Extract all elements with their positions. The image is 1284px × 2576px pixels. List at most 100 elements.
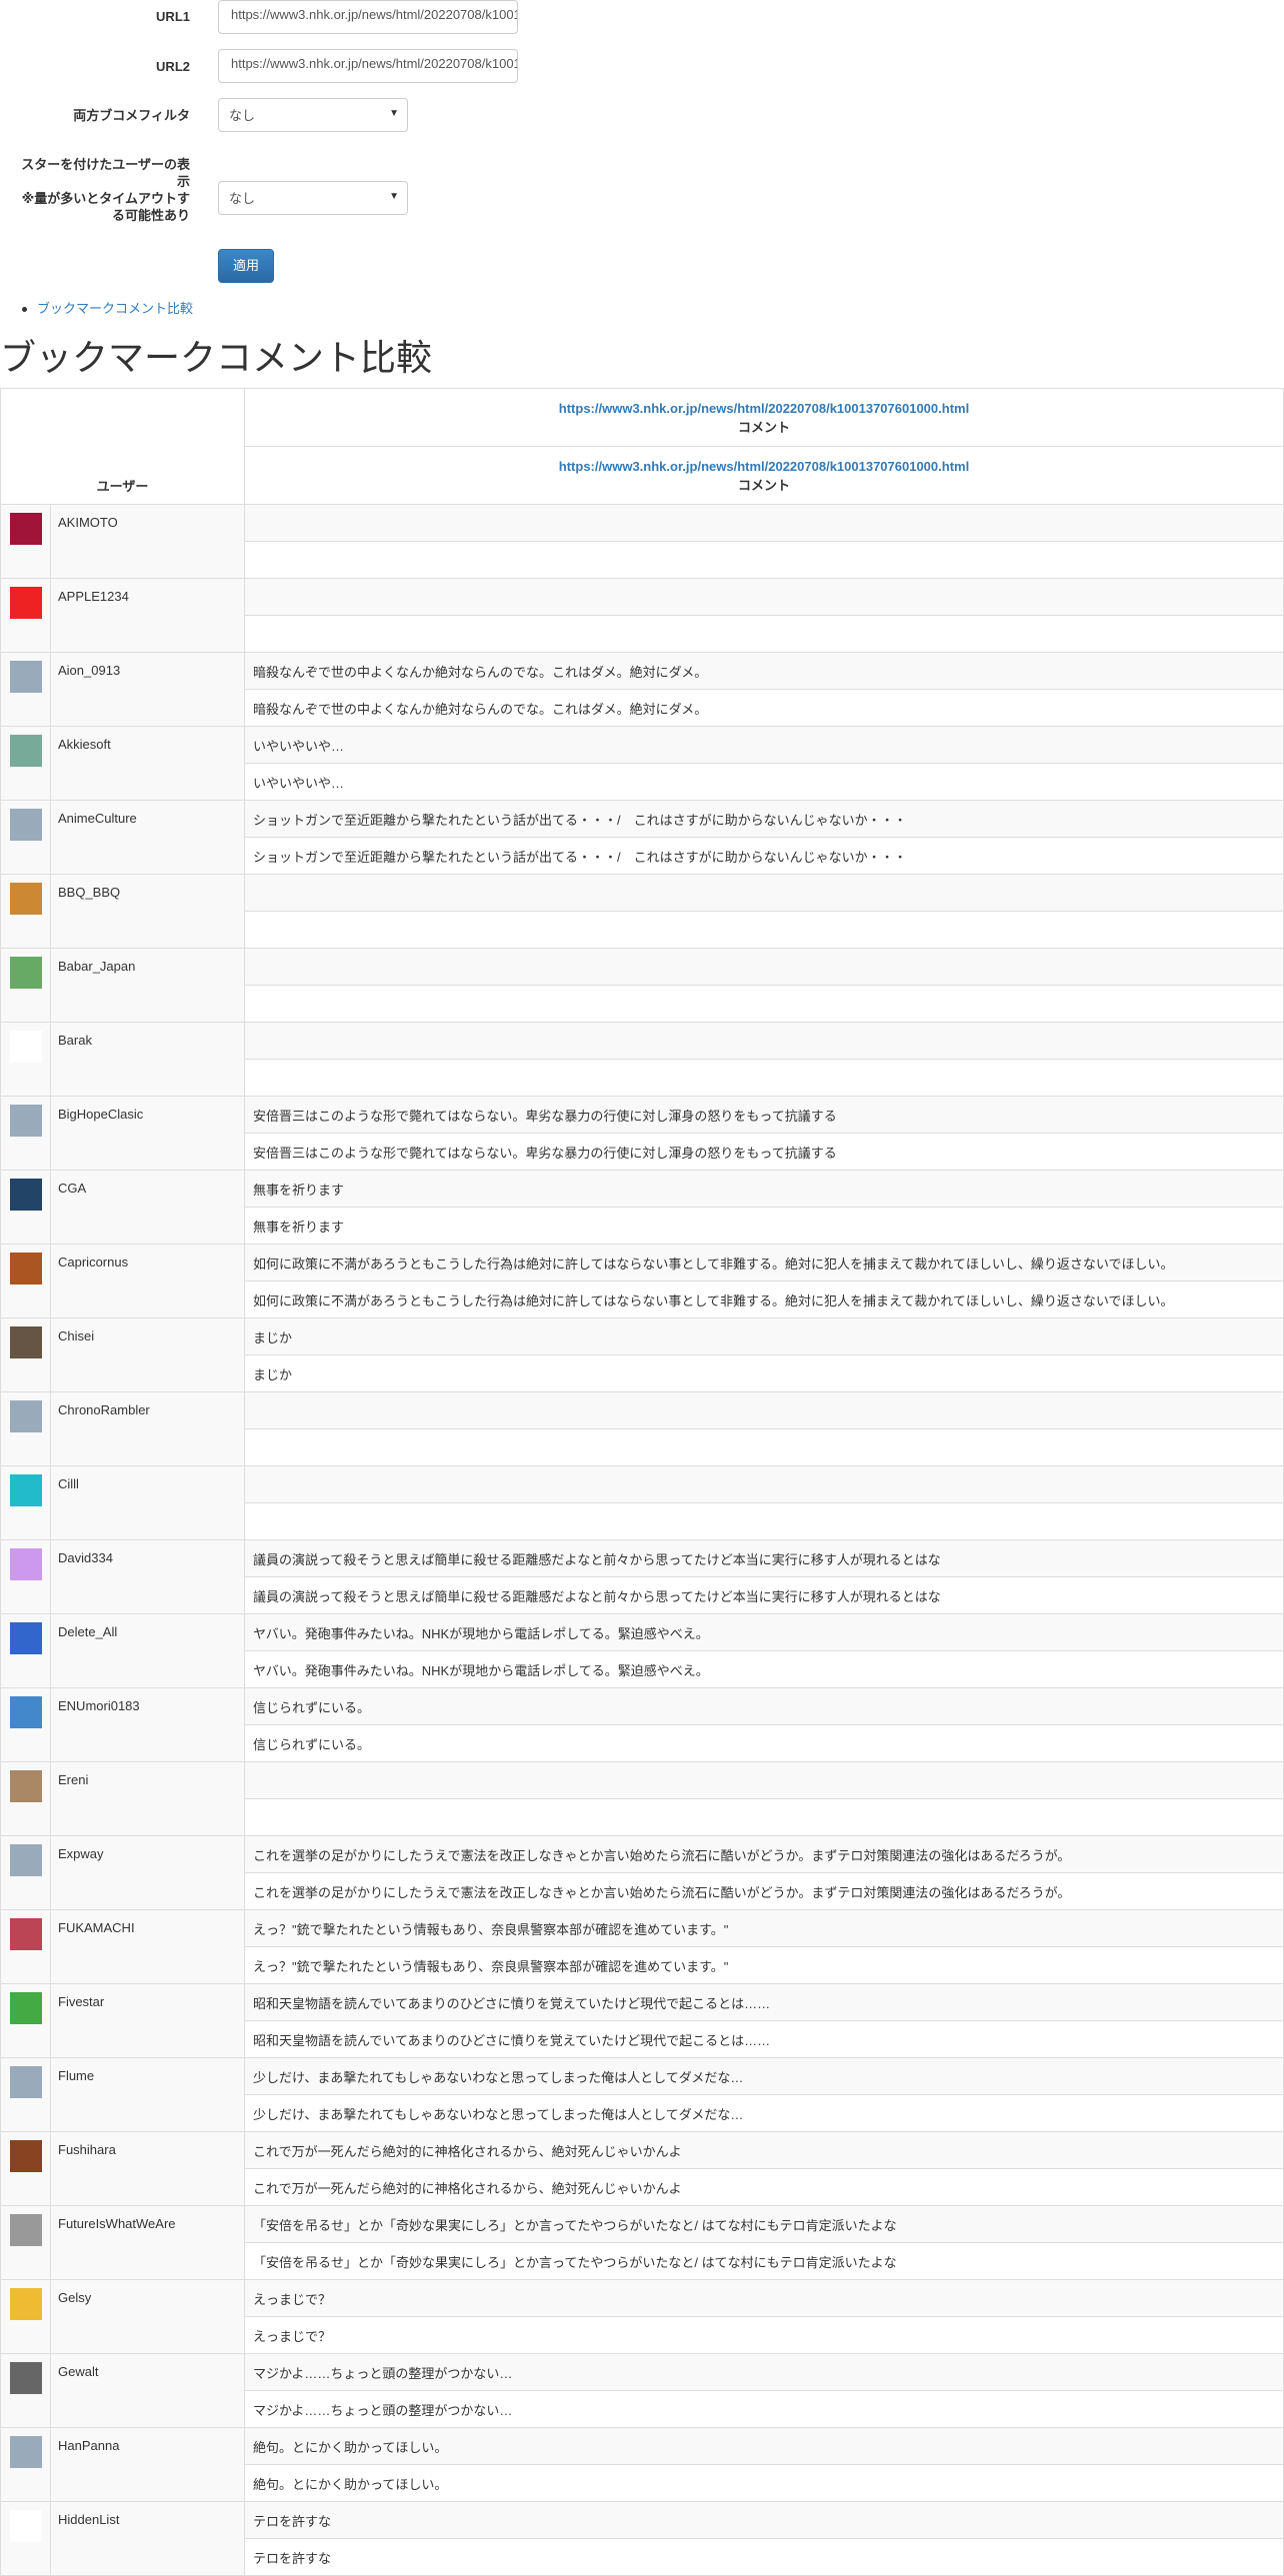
table-row: Babar_Japan [0, 948, 1284, 1023]
avatar-cell [1, 1245, 51, 1317]
user-name[interactable]: ENUmori0183 [51, 1688, 147, 1761]
avatar[interactable] [9, 1105, 42, 1137]
avatar-cell [1, 2058, 51, 2131]
avatar[interactable] [9, 1474, 42, 1506]
user-name[interactable]: Gewalt [51, 2354, 105, 2427]
comment-url2: マジかよ……ちょっと頭の整理がつかない… [244, 2390, 1284, 2428]
avatar[interactable] [9, 1992, 42, 2024]
url1-link[interactable]: https://www3.nhk.or.jp/news/html/2022070… [245, 399, 1283, 418]
avatar[interactable] [9, 661, 42, 693]
user-column-header: ユーザー [0, 388, 245, 505]
user-name[interactable]: BBQ_BBQ [51, 875, 127, 948]
user-cell: Fushihara [0, 2131, 245, 2206]
user-name[interactable]: Chisei [51, 1318, 101, 1391]
avatar-cell [1, 1318, 51, 1391]
avatar-cell [1, 1614, 51, 1687]
user-name[interactable]: Ereni [51, 1762, 95, 1835]
avatar[interactable] [9, 1179, 42, 1211]
avatar[interactable] [9, 1696, 42, 1728]
user-name[interactable]: Fushihara [51, 2132, 123, 2205]
avatar-cell [1, 949, 51, 1022]
user-name[interactable]: David334 [51, 1540, 120, 1613]
avatar[interactable] [9, 2214, 42, 2246]
table-row: Gelsy えっまじで？ [0, 2279, 1284, 2354]
user-name[interactable]: Flume [51, 2058, 101, 2131]
comment-url1: テロを許すな [244, 2501, 1284, 2539]
user-cell: FutureIsWhatWeAre [0, 2205, 245, 2280]
chevron-down-icon: ▼ [389, 108, 399, 119]
comment-url2: えっまじで？ [244, 2316, 1284, 2354]
comment-url1 [244, 1761, 1284, 1799]
avatar-cell [1, 1836, 51, 1909]
user-name[interactable]: AnimeCulture [51, 801, 144, 874]
avatar[interactable] [9, 1326, 42, 1358]
avatar[interactable] [9, 587, 42, 619]
comment-url2: 如何に政策に不満があろうともこうした行為は絶対に許してはならない事として非難する… [244, 1281, 1284, 1318]
breadcrumb-link[interactable]: ブックマークコメント比較 [37, 301, 193, 316]
avatar[interactable] [9, 735, 42, 767]
comment-url2 [244, 541, 1284, 579]
avatar[interactable] [9, 1031, 42, 1063]
user-name[interactable]: AKIMOTO [51, 505, 125, 578]
user-name[interactable]: Gelsy [51, 2280, 98, 2353]
avatar[interactable] [9, 2066, 42, 2098]
url2-value: https://www3.nhk.or.jp/news/html/2022070… [231, 56, 517, 71]
comment-url2 [244, 985, 1284, 1023]
avatar[interactable] [9, 2140, 42, 2172]
user-name[interactable]: Babar_Japan [51, 949, 142, 1022]
avatar-cell [1, 579, 51, 652]
avatar[interactable] [9, 1918, 42, 1950]
avatar-cell [1, 1466, 51, 1539]
url1-input[interactable]: https://www3.nhk.or.jp/news/html/2022070… [218, 0, 518, 34]
user-name[interactable]: HiddenList [51, 2502, 126, 2575]
comment-url2: 安倍晋三はこのような形で斃れてはならない。卑劣な暴力の行使に対し渾身の怒りをもっ… [244, 1133, 1284, 1171]
user-name[interactable]: CGA [51, 1171, 93, 1244]
comparison-table: ユーザー https://www3.nhk.or.jp/news/html/20… [0, 388, 1284, 2576]
user-name[interactable]: BigHopeClasic [51, 1097, 150, 1170]
avatar[interactable] [9, 2510, 42, 2542]
user-name[interactable]: Akkiesoft [51, 727, 118, 800]
avatar[interactable] [9, 1400, 42, 1432]
comment-url2: ショットガンで至近距離から撃たれたという話が出てる・・・/ これはさすがに助から… [244, 837, 1284, 875]
comment-url1: いやいやいや… [244, 726, 1284, 764]
comment-header-1: コメント [737, 419, 790, 435]
filter-select[interactable]: なし ▼ [218, 98, 408, 132]
avatar[interactable] [9, 883, 42, 915]
avatar[interactable] [9, 1253, 42, 1285]
avatar[interactable] [9, 809, 42, 841]
user-cell: Gelsy [0, 2279, 245, 2354]
url2-input[interactable]: https://www3.nhk.or.jp/news/html/2022070… [218, 49, 518, 83]
user-name[interactable]: APPLE1234 [51, 579, 136, 652]
avatar[interactable] [9, 2362, 42, 2394]
table-row: BigHopeClasic 安倍晋三はこのような形で斃れてはならない。卑劣な暴力の… [0, 1096, 1284, 1171]
user-name[interactable]: ChronoRambler [51, 1392, 157, 1465]
user-name[interactable]: FutureIsWhatWeAre [51, 2206, 183, 2279]
user-name[interactable]: HanPanna [51, 2428, 126, 2501]
comment-url2: これを選挙の足がかりにしたうえで憲法を改正しなきゃとか言い始めたら流石に酷いがど… [244, 1872, 1284, 1910]
user-name[interactable]: Capricornus [51, 1245, 135, 1317]
avatar[interactable] [9, 1548, 42, 1580]
user-name[interactable]: Aion_0913 [51, 653, 127, 726]
user-name[interactable]: Cilll [51, 1466, 86, 1539]
avatar[interactable] [9, 1770, 42, 1802]
avatar[interactable] [9, 513, 42, 545]
avatar[interactable] [9, 1844, 42, 1876]
user-cell: AnimeCulture [0, 800, 245, 875]
comment-url2: 「安倍を吊るせ」とか「奇妙な果実にしろ」とか言ってたやつらがいたなと/ はてな村… [244, 2242, 1284, 2280]
user-cell: Delete_All [0, 1613, 245, 1688]
star-select[interactable]: なし ▼ [218, 181, 408, 215]
avatar[interactable] [9, 2288, 42, 2320]
user-name[interactable]: Barak [51, 1023, 99, 1096]
user-name[interactable]: FUKAMACHI [51, 1910, 142, 1983]
user-name[interactable]: Fivestar [51, 1984, 111, 2057]
page-title: ブックマークコメント比較 [0, 337, 433, 378]
apply-button[interactable]: 適用 [218, 249, 274, 283]
avatar[interactable] [9, 2436, 42, 2468]
url2-link[interactable]: https://www3.nhk.or.jp/news/html/2022070… [245, 457, 1283, 476]
comment-header-2: コメント [737, 477, 790, 493]
avatar[interactable] [9, 1622, 42, 1654]
user-name[interactable]: Expway [51, 1836, 111, 1909]
avatar[interactable] [9, 957, 42, 989]
user-name[interactable]: Delete_All [51, 1614, 124, 1687]
url2-label: URL2 [156, 59, 190, 74]
